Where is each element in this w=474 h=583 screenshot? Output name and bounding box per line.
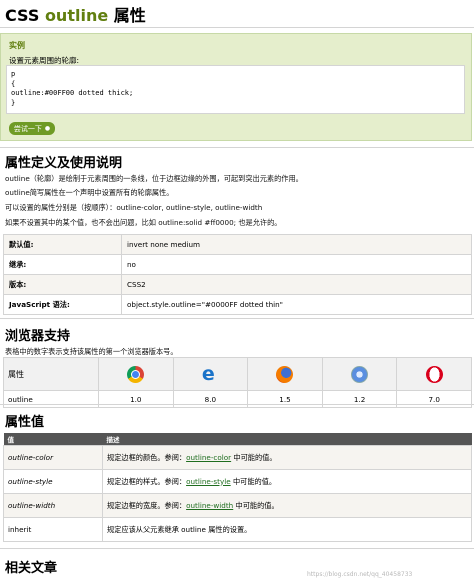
related-articles-heading: 相关文章: [5, 561, 58, 576]
description-cell: 规定应该从父元素继承 outline 属性的设置。: [102, 517, 472, 542]
try-it-button-label: 尝试一下: [13, 124, 42, 133]
title-suffix: 属性: [108, 6, 146, 25]
outline-style-link[interactable]: outline-style: [186, 477, 231, 486]
section-divider: [0, 147, 474, 148]
definition-paragraph: outline（轮廓）是绘制于元素周围的一条线，位于边框边缘的外围，可起到突出元…: [5, 174, 303, 183]
browser-support-description: 表格中的数字表示支持该属性的第一个浏览器版本号。: [5, 347, 178, 356]
safari-icon: [351, 365, 369, 383]
property-values-heading: 属性值: [5, 415, 45, 430]
table-row: 属性 e: [3, 357, 472, 391]
chrome-icon: [127, 365, 145, 383]
watermark: https://blog.csdn.net/qq_40458733: [307, 571, 413, 578]
try-it-button[interactable]: 尝试一下 ●: [9, 122, 55, 135]
code-line: {: [11, 79, 16, 88]
browser-cell: e: [172, 357, 249, 391]
title-keyword: outline: [44, 6, 109, 25]
description-text: 规定边框的宽度。参阅：: [107, 500, 187, 510]
description-column-header: 描述: [102, 433, 472, 446]
definition-paragraph: 可以设置的属性分别是（按顺序）：outline-color, outline-s…: [5, 203, 263, 212]
code-line: }: [11, 98, 16, 107]
table-row: JavaScript 语法: object.style.outline="#00…: [3, 294, 472, 315]
description-cell: 规定边框的颜色。参阅：outline-color 中可能的值。: [102, 445, 472, 470]
description-text: 中可能的值。: [231, 452, 277, 462]
property-column-header: 属性: [3, 357, 99, 391]
title-prefix: CSS: [5, 6, 45, 25]
outline-color-link[interactable]: outline-color: [186, 453, 231, 462]
table-key: 继承:: [3, 254, 122, 275]
value-cell: outline-color: [3, 445, 103, 470]
outline-width-link[interactable]: outline-width: [186, 501, 233, 510]
section-divider: [0, 404, 474, 405]
section-divider: [0, 318, 474, 319]
table-row: 版本: CSS2: [3, 274, 472, 295]
browser-cell: [396, 357, 472, 391]
definition-paragraph: outline简写属性在一个声明中设置所有的轮廓属性。: [5, 188, 174, 197]
opera-icon: [425, 365, 443, 383]
value-column-header: 值: [3, 433, 103, 446]
description-text: 规定边框的颜色。参阅：: [107, 452, 187, 462]
table-row: 默认值: invert none medium: [3, 234, 472, 255]
browser-support-table: 属性 e outline 1.0 8.0 1.5 1.2 7.0: [3, 357, 472, 408]
firefox-icon: [276, 365, 294, 383]
code-line: p: [11, 70, 16, 78]
value-cell: outline-width: [3, 493, 103, 518]
code-block: p { outline:#00FF00 dotted thick; }: [6, 65, 465, 114]
description-cell: 规定边框的样式。参阅：outline-style 中可能的值。: [102, 469, 472, 494]
definition-paragraph: 如果不设置其中的某个值，也不会出问题，比如 outline:solid #ff0…: [5, 218, 282, 227]
table-key: JavaScript 语法:: [3, 294, 122, 315]
description-text: 中可能的值。: [230, 476, 277, 486]
table-row: 继承: no: [3, 254, 472, 275]
code-line: outline:#00FF00 dotted thick;: [11, 89, 134, 97]
description-text: 中可能的值。: [233, 500, 279, 510]
table-header-row: 值 描述: [3, 433, 472, 446]
edge-icon: e: [201, 362, 215, 385]
arrow-dot-icon: ●: [44, 125, 51, 132]
page-title: CSS outline 属性: [5, 2, 146, 26]
table-row: outline-style 规定边框的样式。参阅：outline-style 中…: [3, 469, 472, 494]
table-row: outline-color 规定边框的颜色。参阅：outline-color 中…: [3, 445, 472, 470]
title-divider: [0, 27, 474, 28]
table-key: 版本:: [3, 274, 122, 295]
table-value: CSS2: [121, 274, 472, 295]
browser-cell: [321, 357, 398, 391]
value-cell: inherit: [3, 517, 103, 542]
table-key: 默认值:: [3, 234, 122, 255]
table-row: outline-width 规定边框的宽度。参阅：outline-width 中…: [3, 493, 472, 518]
property-values-table: 值 描述 outline-color 规定边框的颜色。参阅：outline-co…: [3, 433, 472, 542]
table-value: object.style.outline="#0000FF dotted thi…: [121, 294, 472, 315]
definition-heading: 属性定义及使用说明: [5, 156, 123, 171]
value-cell: outline-style: [3, 469, 103, 494]
browser-cell: [247, 357, 323, 391]
browser-support-heading: 浏览器支持: [5, 329, 71, 344]
description-text: 规定边框的样式。参阅：: [107, 476, 187, 486]
example-label: 实例: [9, 41, 25, 50]
table-value: invert none medium: [121, 234, 472, 255]
browser-cell: [98, 357, 174, 391]
table-row: inherit 规定应该从父元素继承 outline 属性的设置。: [3, 517, 472, 542]
description-cell: 规定边框的宽度。参阅：outline-width 中可能的值。: [102, 493, 472, 518]
table-value: no: [121, 254, 472, 275]
section-divider: [0, 548, 474, 549]
definition-table: 默认值: invert none medium 继承: no 版本: CSS2 …: [3, 234, 472, 315]
